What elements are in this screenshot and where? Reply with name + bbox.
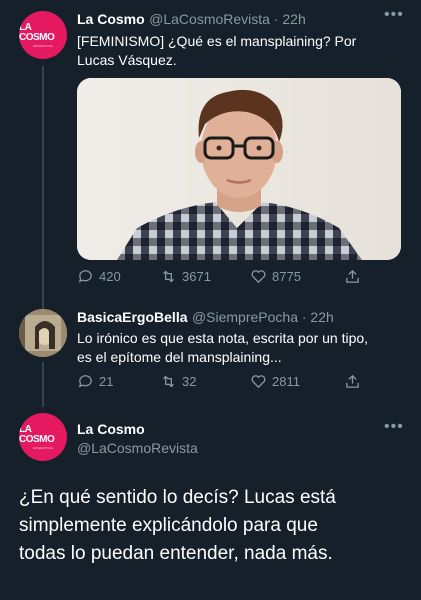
avatar[interactable]: LA COSMO ARGENTINA bbox=[19, 11, 67, 59]
share-icon bbox=[346, 269, 359, 283]
tweet-header: La Cosmo @LaCosmoRevista · 22h bbox=[77, 11, 306, 29]
tweet-image[interactable] bbox=[77, 78, 401, 260]
thread-line bbox=[42, 362, 44, 407]
like-button[interactable]: 8775 bbox=[250, 268, 344, 285]
avatar[interactable] bbox=[19, 309, 67, 357]
tweet-actions: 420 3671 8775 bbox=[77, 268, 366, 285]
tweet-text-line: simplemente explicándolo para que bbox=[19, 515, 318, 536]
like-count: 8775 bbox=[272, 269, 301, 284]
avatar-photo bbox=[19, 309, 67, 357]
tweet-text-line: todas lo puedan entender, nada más. bbox=[19, 543, 333, 564]
avatar-sub-text: ARGENTINA bbox=[32, 43, 54, 48]
share-icon bbox=[346, 374, 359, 388]
tweet-text-line: Lucas Vásquez. bbox=[77, 52, 177, 68]
share-button[interactable] bbox=[344, 373, 366, 390]
retweet-count: 3671 bbox=[182, 269, 211, 284]
author-name[interactable]: La Cosmo bbox=[77, 11, 145, 27]
tweet-text-line: [FEMINISMO] ¿Qué es el mansplaining? Por bbox=[77, 33, 357, 49]
tweet-text: [FEMINISMO] ¿Qué es el mansplaining? Por… bbox=[77, 32, 407, 70]
avatar-brand-text: LA COSMO bbox=[19, 21, 55, 43]
retweet-button[interactable]: 32 bbox=[160, 373, 250, 390]
avatar-sub-text: ARGENTINA bbox=[32, 445, 54, 450]
reply-count: 420 bbox=[99, 269, 121, 284]
focused-tweet-text: ¿En qué sentido lo decís? Lucas está sim… bbox=[19, 484, 414, 568]
avatar[interactable]: LA COSMO ARGENTINA bbox=[19, 413, 67, 461]
retweet-icon bbox=[163, 270, 174, 283]
tweet-header: BasicaErgoBella @SiemprePocha · 22h bbox=[77, 309, 334, 327]
reply-count: 21 bbox=[99, 374, 114, 389]
tweet-text-line: Lo irónico es que esta nota, escrita por… bbox=[77, 330, 369, 346]
reply-icon bbox=[78, 270, 92, 283]
retweet-button[interactable]: 3671 bbox=[160, 268, 250, 285]
share-button[interactable] bbox=[344, 268, 366, 285]
tweet-text-line: es el epítome del mansplaining... bbox=[77, 349, 282, 365]
tweet-text-line: ¿En qué sentido lo decís? Lucas está bbox=[19, 487, 336, 508]
author-handle[interactable]: @SiemprePocha · 22h bbox=[192, 309, 334, 325]
more-options-icon[interactable]: ••• bbox=[384, 418, 404, 436]
tweet-actions: 21 32 2811 bbox=[77, 373, 366, 390]
retweet-icon bbox=[163, 375, 174, 388]
like-button[interactable]: 2811 bbox=[250, 373, 344, 390]
reply-button[interactable]: 21 bbox=[77, 373, 160, 390]
author-handle[interactable]: @LaCosmoRevista · 22h bbox=[149, 11, 306, 27]
tweet-text: Lo irónico es que esta nota, escrita por… bbox=[77, 329, 412, 367]
tweet-header: La Cosmo @LaCosmoRevista bbox=[77, 421, 198, 456]
heart-icon bbox=[251, 375, 266, 389]
more-options-icon[interactable]: ••• bbox=[384, 6, 404, 24]
author-handle[interactable]: @LaCosmoRevista bbox=[77, 440, 198, 456]
reply-icon bbox=[78, 375, 92, 388]
thread-line bbox=[42, 66, 44, 310]
avatar-brand-text: LA COSMO bbox=[19, 423, 55, 445]
retweet-count: 32 bbox=[182, 374, 197, 389]
heart-icon bbox=[251, 270, 266, 284]
portrait-photo bbox=[77, 78, 401, 260]
like-count: 2811 bbox=[272, 374, 300, 389]
author-name[interactable]: BasicaErgoBella bbox=[77, 309, 188, 325]
reply-button[interactable]: 420 bbox=[77, 268, 160, 285]
author-name[interactable]: La Cosmo bbox=[77, 421, 198, 437]
